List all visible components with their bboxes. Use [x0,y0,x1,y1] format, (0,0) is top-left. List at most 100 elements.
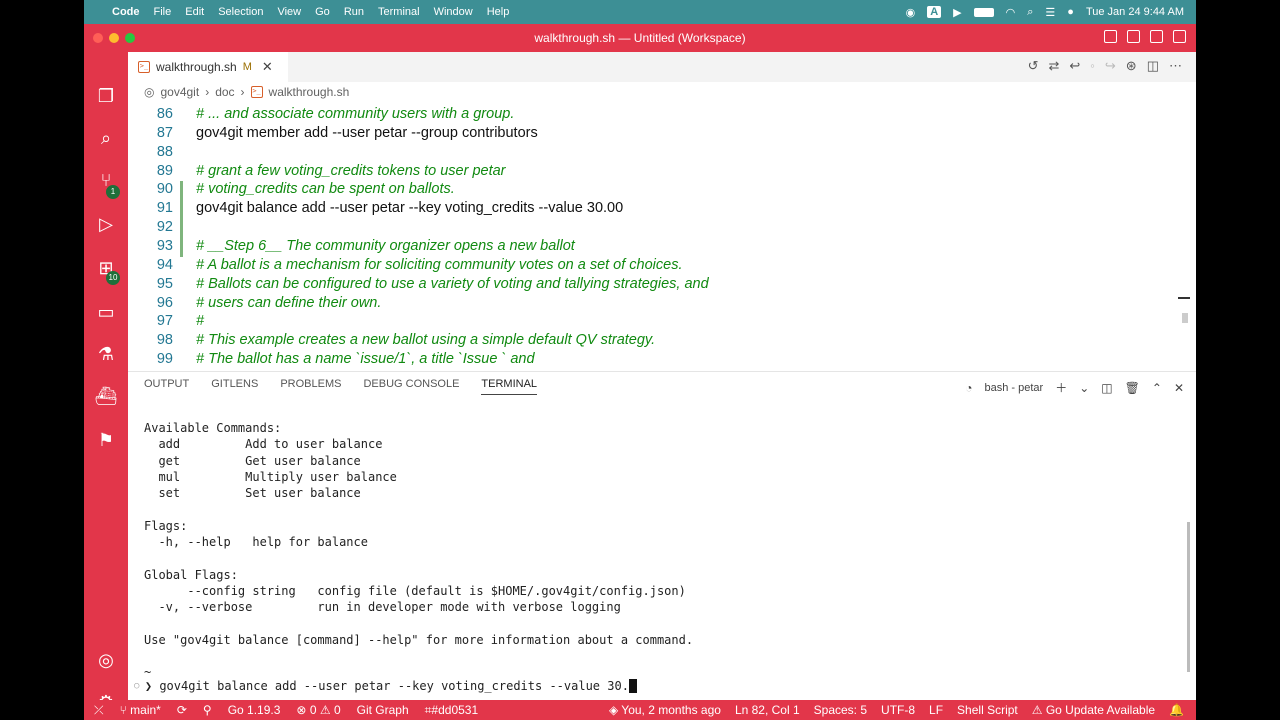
git-graph-button[interactable]: Git Graph [357,703,409,717]
branch-status[interactable]: ⑂ main* [120,703,161,717]
cursor-position[interactable]: Ln 82, Col 1 [735,703,800,717]
previous-change-icon[interactable]: ◦ [1090,58,1095,74]
terminal-name[interactable]: bash - petar [985,382,1044,394]
screen-share-icon[interactable]: ◉ [906,6,916,19]
terminal-line: Global Flags: [144,567,238,582]
language-mode[interactable]: Shell Script [957,703,1018,717]
panel-tab-gitlens[interactable]: GITLENS [211,378,258,395]
keyboard-input-icon[interactable]: A [927,6,942,18]
docker-icon[interactable]: ⛴ [94,384,118,408]
run-debug-icon[interactable]: ▷ [94,212,118,236]
bookmarks-icon[interactable]: ⚑ [94,428,118,452]
open-changes-icon[interactable]: ⇄ [1048,58,1059,74]
spotlight-search-icon[interactable]: ⌕ [1027,6,1033,19]
play-icon[interactable]: ▶ [953,6,961,19]
menu-app-name[interactable]: Code [112,6,140,18]
remote-icon[interactable]: ⤫ [94,703,104,718]
terminal-line: --config string config file (default is … [144,583,686,598]
panel-tab-output[interactable]: OUTPUT [144,378,189,395]
run-file-icon[interactable]: ⊛ [1126,58,1137,74]
notifications-bell-icon[interactable]: 🔔 [1169,703,1184,717]
breadcrumb-item[interactable]: walkthrough.sh [269,85,350,99]
menu-help[interactable]: Help [487,6,510,18]
terminal-line: get Get user balance [144,453,361,468]
code-comment: # This example creates a new ballot usin… [196,332,656,349]
terminal-line: -v, --verbose run in developer mode with… [144,600,621,615]
menu-edit[interactable]: Edit [185,6,204,18]
toggle-sidebar-icon[interactable] [1104,30,1117,43]
editor-scrollbar[interactable] [1178,100,1190,371]
minimize-window-icon[interactable] [109,33,119,43]
menubar-clock[interactable]: Tue Jan 24 9:44 AM [1086,6,1184,18]
more-actions-icon[interactable]: ⋯ [1169,58,1182,74]
terminal-output[interactable]: Available Commands: add Add to user bala… [144,420,693,681]
menu-window[interactable]: Window [434,6,473,18]
panel-tab-terminal[interactable]: TERMINAL [481,378,538,395]
menubar-status-area: ◉ A ▶ ◠ ⌕ ☰ ● Tue Jan 24 9:44 AM [906,6,1196,19]
sync-icon[interactable]: ⟳ [177,703,187,717]
kill-terminal-icon[interactable]: 🗑 [1125,381,1140,395]
end-of-line[interactable]: LF [929,703,943,717]
shell-file-icon: >_ [138,61,150,73]
chevron-down-icon[interactable]: ⌄ [1079,381,1089,395]
terminal-prompt[interactable]: ○ ❯ gov4git balance add --user petar --k… [134,679,637,693]
search-icon[interactable]: ⌕ [94,126,118,150]
encoding[interactable]: UTF-8 [881,703,915,717]
split-editor-icon[interactable]: ◫ [1147,58,1159,74]
status-bar: ⤫ ⑂ main* ⟳ ⚲ Go 1.19.3 ⊗ 0 ⚠ 0 Git Grap… [84,700,1196,720]
toggle-secondary-sidebar-icon[interactable] [1150,30,1163,43]
chevron-right-icon: › [240,85,245,99]
wifi-icon[interactable]: ◠ [1006,6,1016,19]
control-center-icon[interactable]: ☰ [1045,6,1055,19]
menu-selection[interactable]: Selection [218,6,263,18]
breadcrumb-item[interactable]: gov4git [160,85,199,99]
battery-icon[interactable] [973,7,994,17]
maximize-panel-icon[interactable]: ⌃ [1152,381,1162,395]
code-line: 96 # users can define their own. [128,294,1196,313]
close-panel-icon[interactable]: ✕ [1174,381,1184,395]
split-terminal-icon[interactable]: ◫ [1101,381,1112,395]
go-version[interactable]: Go 1.19.3 [228,703,281,717]
tab-walkthrough-sh[interactable]: >_ walkthrough.sh M ✕ [128,52,288,82]
menu-terminal[interactable]: Terminal [378,6,420,18]
customize-layout-icon[interactable] [1173,30,1186,43]
menu-view[interactable]: View [277,6,301,18]
close-tab-icon[interactable]: ✕ [262,59,273,75]
panel-tab-debug-console[interactable]: DEBUG CONSOLE [363,378,459,395]
go-update-text: Go Update Available [1045,703,1156,717]
siri-icon[interactable]: ● [1067,6,1074,18]
panel-tab-problems[interactable]: PROBLEMS [280,378,341,395]
code-comment: # users can define their own. [196,294,382,311]
terminal-line: mul Multiply user balance [144,469,397,484]
warning-count: 0 [333,703,341,717]
breadcrumb-item[interactable]: doc [215,85,234,99]
new-terminal-icon[interactable]: ＋ [1055,379,1067,396]
menu-run[interactable]: Run [344,6,364,18]
timeline-icon[interactable]: ↺ [1028,58,1039,74]
code-editor[interactable]: 86 # ... and associate community users wi… [128,100,1196,371]
remote-explorer-icon[interactable]: ▭ [94,300,118,324]
indentation[interactable]: Spaces: 5 [814,703,867,717]
maximize-window-icon[interactable] [125,33,135,43]
menu-file[interactable]: File [154,6,172,18]
testing-icon[interactable]: ⚗ [94,342,118,366]
color-status[interactable]: ⌗#dd0531 [425,703,478,718]
live-share-icon[interactable]: ⚲ [203,703,212,717]
problems-status[interactable]: ⊗ 0 ⚠ 0 [296,703,340,717]
go-update-status[interactable]: ⚠ Go Update Available [1032,703,1155,717]
accounts-icon[interactable]: ◎ [94,648,118,672]
terminal-scrollbar[interactable] [1187,522,1190,672]
git-blame-status[interactable]: ◈ You, 2 months ago [609,703,721,717]
vscode-window: walkthrough.sh — Untitled (Workspace) ❐ … [84,24,1196,720]
menu-go[interactable]: Go [315,6,330,18]
go-back-icon[interactable]: ↩ [1069,58,1080,74]
next-change-icon[interactable]: ↪ [1105,58,1116,74]
code-comment: # Ballots can be configured to use a var… [196,275,709,292]
blame-text: You, 2 months ago [621,703,721,717]
explorer-icon[interactable]: ❐ [94,84,118,108]
toggle-panel-icon[interactable] [1127,30,1140,43]
close-window-icon[interactable] [93,33,103,43]
shell-file-icon: >_ [250,86,263,98]
